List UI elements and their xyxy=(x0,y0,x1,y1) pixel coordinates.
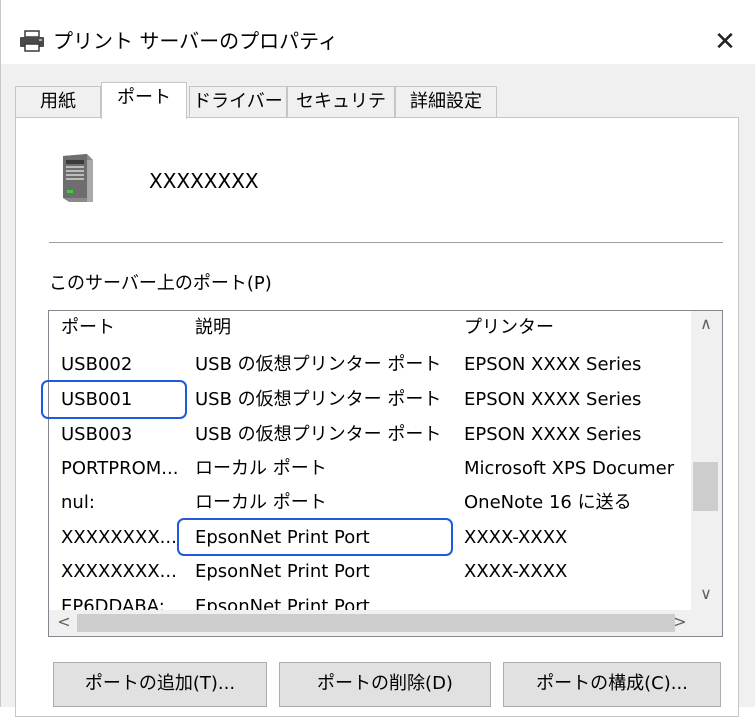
server-icon xyxy=(63,154,93,202)
column-header-port[interactable]: ポート xyxy=(61,315,115,341)
table-row[interactable]: nul: ローカル ポート OneNote 16 に送る xyxy=(49,486,717,520)
server-name: XXXXXXXX xyxy=(149,169,259,193)
add-port-button[interactable]: ポートの追加(T)... xyxy=(53,662,267,707)
horizontal-scroll-thumb[interactable] xyxy=(77,614,675,632)
scroll-up-icon[interactable]: ∧ xyxy=(691,314,721,333)
scroll-down-icon[interactable]: ∨ xyxy=(691,584,721,603)
highlight-epsonnet-print-port xyxy=(177,518,453,556)
configure-port-button[interactable]: ポートの構成(C)... xyxy=(503,662,721,707)
tab-security[interactable]: セキュリティ xyxy=(287,86,395,142)
tab-paper[interactable]: 用紙 xyxy=(15,86,101,117)
scroll-left-icon[interactable]: < xyxy=(49,612,79,631)
column-header-printer[interactable]: プリンター xyxy=(464,315,554,341)
print-server-properties-window: プリント サーバーのプロパティ ✕ 用紙 ポート ドライバー セキュリティ 詳細… xyxy=(0,0,755,717)
scroll-right-icon[interactable]: > xyxy=(665,612,695,631)
title-bar: プリント サーバーのプロパティ ✕ xyxy=(1,0,755,64)
window-title: プリント サーバーのプロパティ xyxy=(53,29,338,53)
table-row[interactable]: USB002 USB の仮想プリンター ポート EPSON XXXX Serie… xyxy=(49,348,717,382)
tab-drivers[interactable]: ドライバー xyxy=(189,86,287,117)
highlight-usb001 xyxy=(41,380,187,419)
delete-port-button[interactable]: ポートの削除(D) xyxy=(279,662,491,707)
close-button[interactable]: ✕ xyxy=(701,22,749,62)
printer-icon xyxy=(20,30,44,52)
vertical-scroll-thumb[interactable] xyxy=(693,462,718,511)
ports-list-label: このサーバー上のポート(P) xyxy=(49,273,272,294)
tab-ports[interactable]: ポート xyxy=(101,82,187,119)
column-header-description[interactable]: 説明 xyxy=(195,315,231,341)
tab-advanced[interactable]: 詳細設定 xyxy=(395,86,497,117)
table-row[interactable]: XXXXXXXX... EpsonNet Print Port XXXX-XXX… xyxy=(49,555,717,589)
table-row[interactable]: PORTPROM... ローカル ポート Microsoft XPS Docum… xyxy=(49,452,717,486)
ports-list[interactable]: ポート 説明 プリンター USB002 USB の仮想プリンター ポート EPS… xyxy=(48,310,723,637)
close-icon: ✕ xyxy=(714,27,736,57)
table-row[interactable]: USB003 USB の仮想プリンター ポート EPSON XXXX Serie… xyxy=(49,418,717,452)
